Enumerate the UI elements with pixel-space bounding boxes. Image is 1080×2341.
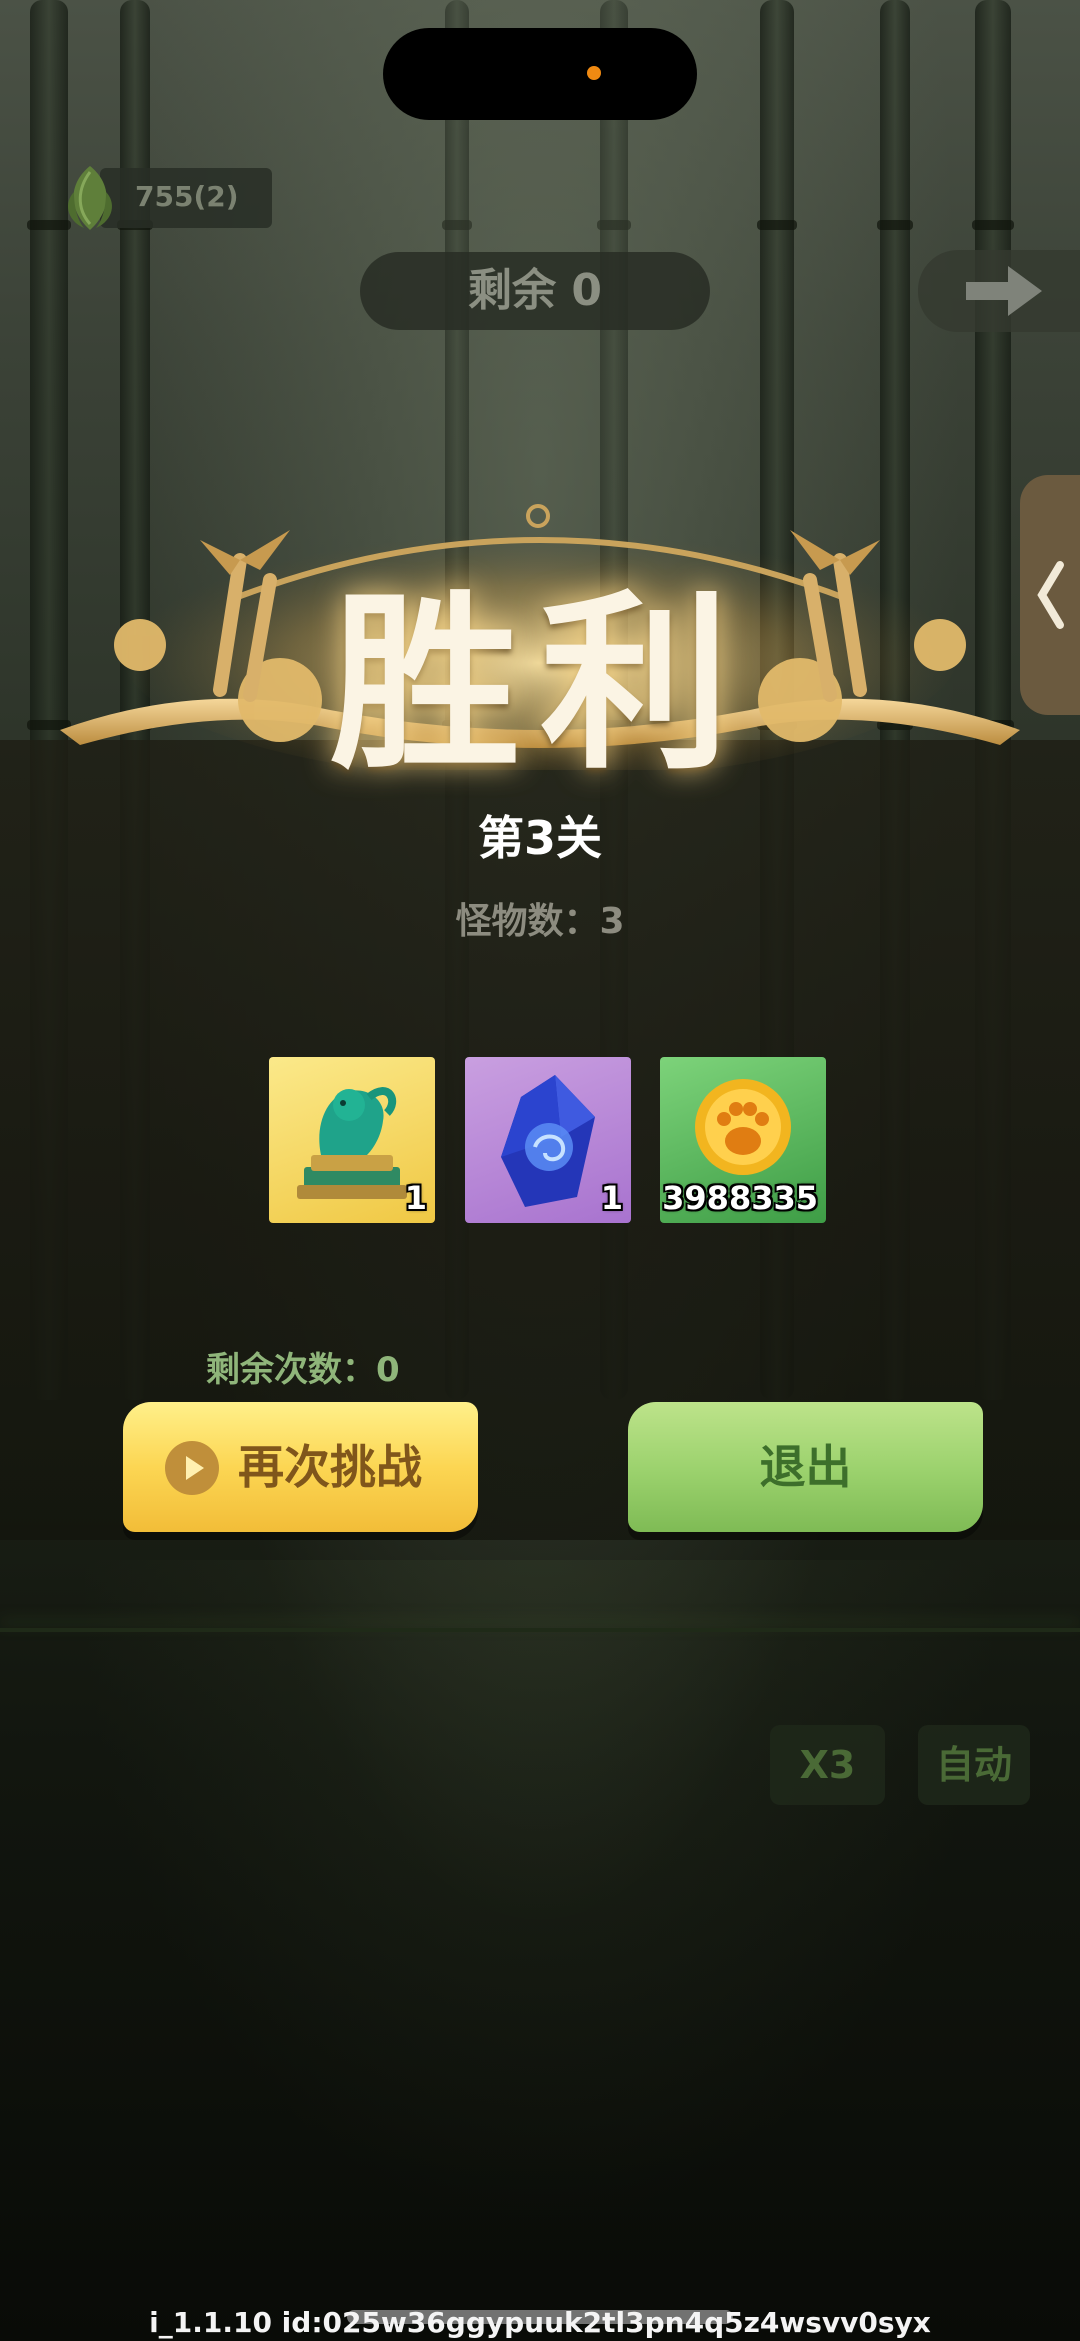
speed-x3-button[interactable]: X3	[770, 1725, 885, 1805]
auto-button[interactable]: 自动	[918, 1725, 1030, 1805]
ground-area	[0, 1560, 1080, 2340]
reward-quantity: 1	[404, 1179, 427, 1217]
leaf-counter: 755(2)	[60, 162, 275, 234]
next-arrow-button[interactable]	[918, 250, 1080, 332]
monster-count-label: 怪物数：3	[455, 901, 625, 942]
retry-button[interactable]: 再次挑战	[123, 1402, 478, 1532]
camera-notch	[383, 28, 697, 120]
victory-title: 胜利	[329, 572, 750, 795]
arrow-right-icon	[966, 266, 1042, 316]
reward-item-paw-coin[interactable]: 3988335	[660, 1057, 826, 1223]
play-icon	[165, 1441, 219, 1495]
exit-button[interactable]: 退出	[628, 1402, 983, 1532]
reward-item-jade-qilin[interactable]: 1	[269, 1057, 435, 1223]
level-label: 第3关	[477, 811, 602, 865]
exit-button-label: 退出	[759, 1440, 852, 1494]
reward-item-blue-crystal[interactable]: 1	[465, 1057, 631, 1223]
version-id-label: i_1.1.10 id:025w36ggypuuk2tl3pn4q5z4wsvv…	[149, 2306, 931, 2339]
remaining-attempts-label: 剩余次数：0	[206, 1350, 400, 1390]
retry-button-label: 再次挑战	[238, 1440, 422, 1494]
remaining-counter: 剩余 0	[360, 252, 710, 330]
ground-edge	[0, 1628, 1080, 1632]
reward-quantity: 3988335	[662, 1179, 818, 1217]
leaf-count-label: 755(2)	[135, 180, 239, 213]
bamboo-leaf-icon	[68, 166, 112, 230]
reward-quantity: 1	[600, 1179, 623, 1217]
camera-indicator-dot	[587, 66, 601, 80]
